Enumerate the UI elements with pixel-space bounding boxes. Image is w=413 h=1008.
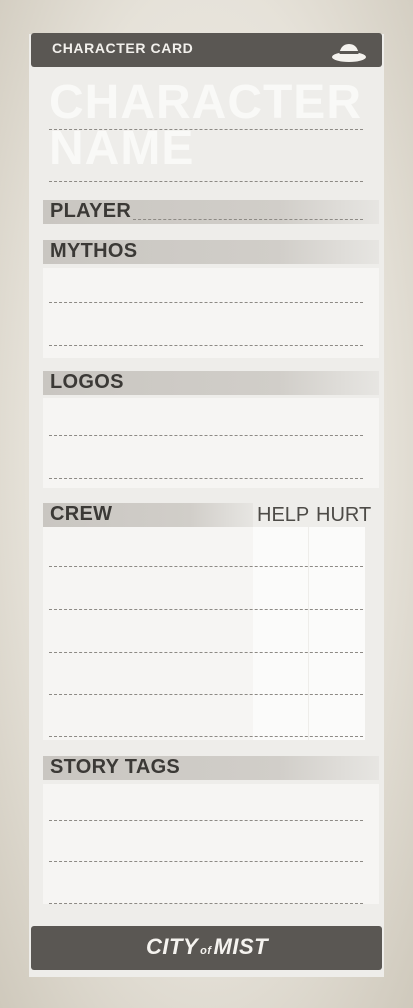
hurt-column-label: HURT <box>316 504 372 526</box>
character-name-line1: CHARACTER <box>49 76 362 129</box>
crew-line-3[interactable] <box>49 652 363 653</box>
fedora-hat-icon <box>332 44 366 62</box>
city-of-mist-logo: CITY of MIST <box>146 934 268 960</box>
mythos-line-2[interactable] <box>49 345 363 346</box>
logos-area <box>43 398 379 488</box>
logo-of: of <box>200 945 212 957</box>
logos-line-2[interactable] <box>49 478 363 479</box>
story-tags-label: STORY TAGS <box>50 756 181 778</box>
crew-line-2[interactable] <box>49 609 363 610</box>
story-tags-line-3[interactable] <box>49 903 363 904</box>
story-tags-line-1[interactable] <box>49 820 363 821</box>
story-tags-area <box>43 784 379 904</box>
mythos-line-1[interactable] <box>49 302 363 303</box>
hurt-column <box>309 527 365 740</box>
player-label: PLAYER <box>50 200 132 222</box>
help-column-label: HELP <box>257 504 310 526</box>
help-column <box>253 527 308 740</box>
card-title: CHARACTER CARD <box>52 40 194 56</box>
character-name-label: CHARACTER NAME <box>49 76 362 175</box>
crew-line-4[interactable] <box>49 694 363 695</box>
crew-label: CREW <box>50 503 113 525</box>
logo-city: CITY <box>146 934 199 959</box>
name-line-2[interactable] <box>49 181 363 182</box>
logos-line-1[interactable] <box>49 435 363 436</box>
mythos-label: MYTHOS <box>50 240 138 262</box>
player-input-line[interactable] <box>133 219 363 220</box>
crew-area <box>43 527 253 740</box>
crew-line-1[interactable] <box>49 566 363 567</box>
name-line-1[interactable] <box>49 129 363 130</box>
logos-label: LOGOS <box>50 371 124 393</box>
logo-mist: MIST <box>213 934 269 959</box>
character-card-page: CHARACTER CARD CHARACTER NAME PLAYER MYT… <box>0 0 413 1008</box>
crew-line-5[interactable] <box>49 736 363 737</box>
story-tags-line-2[interactable] <box>49 861 363 862</box>
character-name-line2: NAME <box>49 122 195 175</box>
